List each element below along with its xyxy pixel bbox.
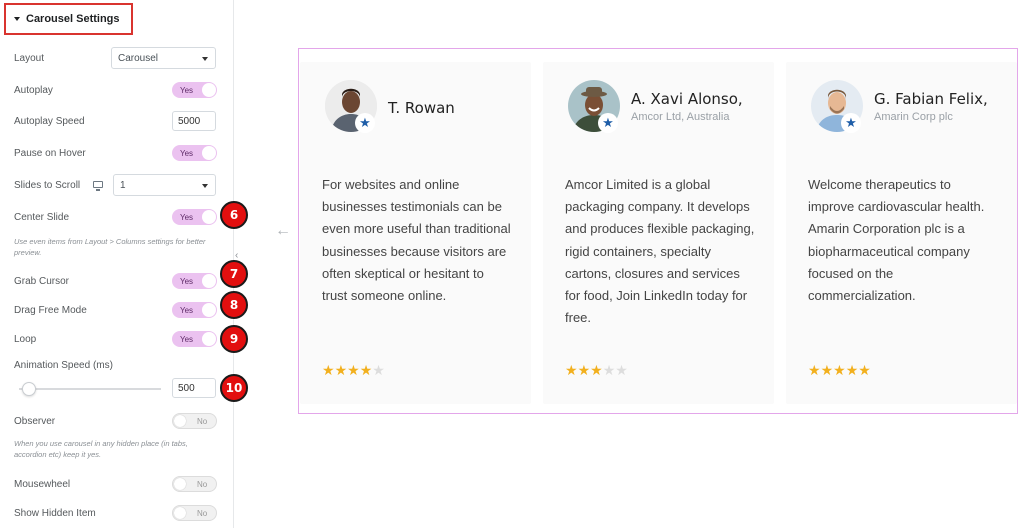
center-slide-label: Center Slide	[14, 212, 70, 223]
rating-stars: ★★★★★	[565, 362, 628, 379]
observer-toggle[interactable]: No	[172, 413, 217, 429]
mousewheel-toggle-text: No	[197, 479, 208, 489]
grab-cursor-toggle-text: Yes	[180, 276, 194, 286]
star-filled-icon: ★	[820, 362, 834, 378]
callout-badge: 7	[220, 260, 248, 288]
observer-toggle-text: No	[197, 416, 208, 426]
callout-badge: 10	[220, 374, 248, 402]
slides-to-scroll-value: 1	[120, 179, 126, 191]
caret-down-icon	[14, 17, 20, 21]
grab-cursor-label: Grab Cursor	[14, 276, 70, 287]
star-filled-icon: ★	[334, 362, 348, 378]
testimonial-text: Amcor Limited is a global packaging comp…	[565, 177, 755, 326]
slides-to-scroll-select[interactable]: 1	[113, 174, 216, 196]
carousel-settings-header[interactable]: Carousel Settings	[4, 3, 133, 35]
pause-on-hover-toggle-text: Yes	[180, 148, 194, 158]
callout-badge: 6	[220, 201, 248, 229]
layout-select[interactable]: Carousel	[111, 47, 216, 69]
star-filled-icon: ★	[359, 362, 373, 378]
grab-cursor-toggle[interactable]: Yes	[172, 273, 217, 289]
rating-stars: ★★★★★	[808, 362, 871, 379]
star-filled-icon: ★	[858, 362, 871, 378]
animation-speed-slider-track[interactable]	[19, 388, 161, 390]
center-slide-toggle-text: Yes	[180, 212, 194, 222]
testimonial-company: Amcor Ltd, Australia	[631, 111, 730, 123]
star-filled-icon: ★	[322, 362, 335, 378]
star-filled-icon: ★	[833, 362, 846, 378]
drag-free-mode-label: Drag Free Mode	[14, 305, 87, 316]
settings-panel: Carousel Settings Layout Carousel Autopl…	[0, 0, 234, 528]
star-filled-icon: ★	[808, 362, 821, 378]
chevron-down-icon	[202, 57, 208, 61]
animation-speed-slider-handle[interactable]	[22, 382, 37, 396]
star-filled-icon: ★	[590, 362, 603, 378]
prev-arrow-icon[interactable]: ←	[275, 222, 291, 240]
observer-note: When you use carousel in any hidden plac…	[14, 439, 188, 459]
drag-free-mode-toggle-text: Yes	[180, 305, 194, 315]
star-filled-icon: ★	[577, 362, 591, 378]
loop-toggle-text: Yes	[180, 334, 194, 344]
verified-star-icon: ★	[355, 113, 375, 133]
testimonial-name: A. Xavi Alonso,	[631, 90, 743, 108]
autoplay-toggle[interactable]: Yes	[172, 82, 217, 98]
mousewheel-toggle[interactable]: No	[172, 476, 217, 492]
mousewheel-label: Mousewheel	[14, 479, 71, 490]
section-title: Carousel Settings	[26, 13, 120, 25]
testimonial-text: Welcome therapeutics to improve cardiova…	[808, 177, 985, 304]
verified-star-icon: ★	[841, 113, 861, 133]
star-empty-icon: ★	[602, 362, 616, 378]
observer-label: Observer	[14, 416, 56, 427]
desktop-icon[interactable]	[93, 181, 103, 191]
center-slide-note: Use even items from Layout > Columns set…	[14, 237, 206, 257]
drag-free-mode-toggle[interactable]: Yes	[172, 302, 217, 318]
verified-star-icon: ★	[598, 113, 618, 133]
autoplay-speed-input[interactable]: 5000	[172, 111, 216, 131]
testimonial-card[interactable]: ★ G. Fabian Felix, Amarin Corp plc Welco…	[786, 62, 1017, 404]
testimonial-company: Amarin Corp plc	[874, 111, 953, 123]
show-hidden-item-toggle[interactable]: No	[172, 505, 217, 521]
star-filled-icon: ★	[845, 362, 859, 378]
testimonial-name: T. Rowan	[388, 99, 455, 117]
testimonial-name: G. Fabian Felix,	[874, 90, 988, 108]
testimonial-card[interactable]: ★ T. Rowan For websites and online busin…	[300, 62, 531, 404]
loop-toggle[interactable]: Yes	[172, 331, 217, 347]
callout-badge: 8	[220, 291, 248, 319]
chevron-down-icon	[202, 184, 208, 188]
rating-stars: ★★★★★	[322, 362, 385, 379]
slides-to-scroll-label: Slides to Scroll	[14, 180, 81, 191]
star-empty-icon: ★	[615, 362, 628, 378]
collapse-panel-chevron-icon[interactable]: ‹	[235, 250, 238, 261]
autoplay-label: Autoplay	[14, 85, 53, 96]
testimonial-card[interactable]: ★ A. Xavi Alonso, Amcor Ltd, Australia A…	[543, 62, 774, 404]
star-filled-icon: ★	[347, 362, 360, 378]
layout-label: Layout	[14, 53, 45, 64]
autoplay-toggle-text: Yes	[180, 85, 194, 95]
loop-label: Loop	[14, 334, 37, 345]
animation-speed-label: Animation Speed (ms)	[14, 360, 113, 371]
autoplay-speed-label: Autoplay Speed	[14, 116, 85, 127]
center-slide-toggle[interactable]: Yes	[172, 209, 217, 225]
pause-on-hover-toggle[interactable]: Yes	[172, 145, 217, 161]
star-empty-icon: ★	[372, 362, 385, 378]
show-hidden-item-toggle-text: No	[197, 508, 208, 518]
show-hidden-item-label: Show Hidden Item	[14, 508, 96, 519]
layout-select-value: Carousel	[118, 52, 159, 64]
star-filled-icon: ★	[565, 362, 578, 378]
testimonial-text: For websites and online businesses testi…	[322, 177, 511, 304]
animation-speed-input[interactable]: 500	[172, 378, 216, 398]
callout-badge: 9	[220, 325, 248, 353]
pause-on-hover-label: Pause on Hover	[14, 148, 86, 159]
